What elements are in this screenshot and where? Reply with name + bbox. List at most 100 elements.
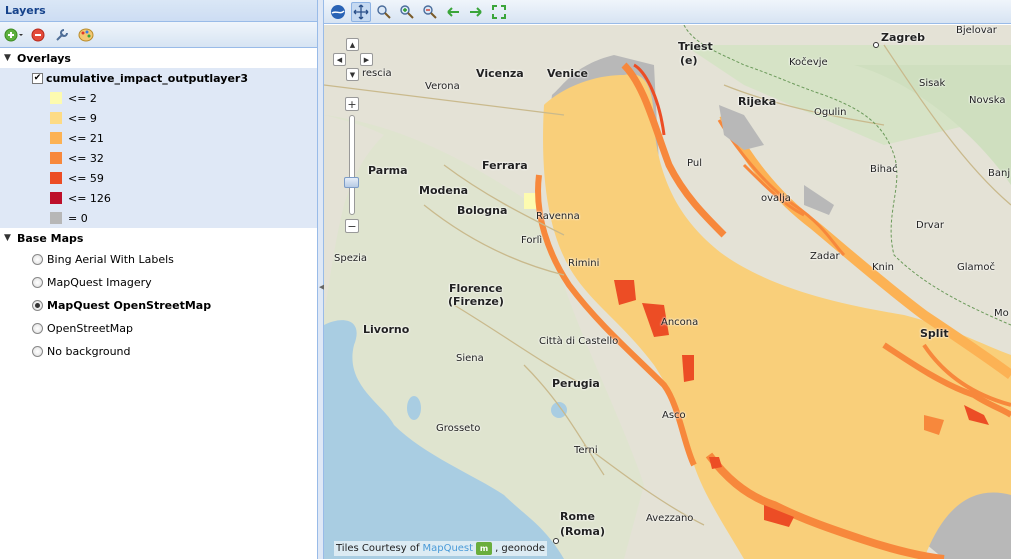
legend-swatch bbox=[50, 192, 62, 204]
basemap-radio[interactable] bbox=[32, 277, 43, 288]
collapse-icon[interactable]: ▼ bbox=[4, 53, 14, 63]
legend-label: <= 21 bbox=[68, 131, 104, 145]
city-label: Ferrara bbox=[482, 159, 528, 172]
layers-toolbar bbox=[0, 22, 317, 48]
triangle-down-icon: ▼ bbox=[349, 70, 356, 79]
zoom-box-button[interactable] bbox=[374, 2, 394, 22]
zoom-in-control[interactable]: + bbox=[345, 97, 359, 111]
zoom-in-button[interactable] bbox=[397, 2, 417, 22]
legend-swatch bbox=[50, 212, 62, 224]
zoom-extent-button[interactable] bbox=[489, 2, 509, 22]
city-label: Asco bbox=[662, 410, 686, 421]
zoom-in-icon bbox=[400, 4, 414, 19]
city-label: Parma bbox=[368, 164, 408, 177]
full-extent-icon bbox=[492, 4, 506, 19]
basemap-label: No background bbox=[47, 345, 131, 358]
city-label: (Firenze) bbox=[448, 295, 504, 308]
zoom-slider-track[interactable] bbox=[349, 115, 355, 215]
forward-button[interactable] bbox=[466, 2, 486, 22]
city-label: Siena bbox=[456, 353, 484, 364]
basemaps-group[interactable]: ▼ Base Maps bbox=[0, 228, 317, 248]
city-label: Rome bbox=[560, 510, 595, 523]
legend: <= 2 <= 9 <= 21 <= 32 <= 59 <= 126 = 0 bbox=[0, 88, 317, 228]
add-icon bbox=[4, 28, 23, 41]
city-label: Knin bbox=[872, 262, 895, 273]
basemap-radio[interactable] bbox=[32, 323, 43, 334]
panel-title: Layers bbox=[0, 0, 317, 22]
legend-label: <= 59 bbox=[68, 171, 104, 185]
layer-styles-button[interactable] bbox=[76, 25, 96, 45]
legend-label: <= 32 bbox=[68, 151, 104, 165]
city-label: Florence bbox=[449, 282, 503, 295]
city-label: Avezzano bbox=[646, 513, 694, 524]
basemaps-label: Base Maps bbox=[17, 231, 84, 245]
legend-swatch bbox=[50, 152, 62, 164]
city-label: Rimini bbox=[568, 258, 600, 269]
collapse-icon[interactable]: ▼ bbox=[4, 233, 14, 243]
back-button[interactable] bbox=[443, 2, 463, 22]
legend-row: = 0 bbox=[0, 208, 317, 228]
palette-icon bbox=[78, 28, 94, 41]
basemap-option[interactable]: No background bbox=[0, 340, 317, 363]
city-label: Rijeka bbox=[738, 95, 777, 108]
pan-left-button[interactable]: ◀ bbox=[333, 53, 346, 66]
city-label: Modena bbox=[419, 184, 469, 197]
city-label: Verona bbox=[425, 81, 460, 92]
remove-icon bbox=[31, 28, 45, 41]
zoom-out-control[interactable]: − bbox=[345, 219, 359, 233]
layer-visibility-checkbox[interactable]: ✔ bbox=[32, 72, 43, 84]
legend-row: <= 126 bbox=[0, 188, 317, 208]
city-label: Triest bbox=[678, 40, 713, 53]
magnifier-icon bbox=[377, 4, 391, 19]
pan-button[interactable] bbox=[351, 1, 371, 22]
city-label: Sisak bbox=[919, 78, 946, 89]
city-label: ovalja bbox=[761, 193, 791, 204]
city-label: Perugia bbox=[552, 377, 600, 390]
layer-name: cumulative_impact_outputlayer3 bbox=[46, 71, 248, 85]
triangle-right-icon: ▶ bbox=[363, 55, 370, 64]
remove-layer-button[interactable] bbox=[28, 25, 48, 45]
map-viewport[interactable]: ▲ ◀ ▶ ▼ + − Triest (e) Zagreb Bjelovar V… bbox=[324, 25, 1011, 559]
city-label: Forlì bbox=[521, 235, 543, 246]
overlays-group[interactable]: ▼ Overlays bbox=[0, 48, 317, 68]
pan-right-button[interactable]: ▶ bbox=[360, 53, 373, 66]
basemap-radio[interactable] bbox=[32, 346, 43, 357]
city-label: Vicenza bbox=[476, 67, 524, 80]
city-label: Spezia bbox=[334, 253, 368, 264]
layer-item-cumulative-impact[interactable]: ✔ cumulative_impact_outputlayer3 bbox=[0, 68, 317, 88]
city-label: rescia bbox=[362, 68, 392, 79]
pan-up-button[interactable]: ▲ bbox=[346, 38, 359, 51]
legend-swatch bbox=[50, 92, 62, 104]
basemap-option[interactable]: Bing Aerial With Labels bbox=[0, 248, 317, 271]
city-label: Bjelovar bbox=[956, 25, 997, 36]
basemap-radio[interactable] bbox=[32, 254, 43, 265]
legend-swatch bbox=[50, 112, 62, 124]
basemap-option[interactable]: OpenStreetMap bbox=[0, 317, 317, 340]
pan-down-button[interactable]: ▼ bbox=[346, 68, 359, 81]
basemap-label: MapQuest Imagery bbox=[47, 276, 152, 289]
add-layer-button[interactable] bbox=[4, 25, 24, 45]
legend-row: <= 32 bbox=[0, 148, 317, 168]
triangle-left-icon: ◀ bbox=[336, 55, 343, 64]
zoom-out-button[interactable] bbox=[420, 2, 440, 22]
basemap-option[interactable]: MapQuest OpenStreetMap bbox=[0, 294, 317, 317]
city-label: Mo bbox=[994, 308, 1009, 319]
mapquest-link[interactable]: MapQuest bbox=[422, 543, 473, 554]
city-label: Novska bbox=[969, 95, 1006, 106]
legend-row: <= 21 bbox=[0, 128, 317, 148]
city-label: Split bbox=[920, 327, 949, 340]
layer-tree: ▼ Overlays ✔ cumulative_impact_outputlay… bbox=[0, 48, 317, 363]
legend-label: <= 9 bbox=[68, 111, 97, 125]
basemap-radio[interactable] bbox=[32, 300, 43, 311]
city-label: Ravenna bbox=[536, 211, 580, 222]
globe-button[interactable] bbox=[328, 2, 348, 22]
basemap-option[interactable]: MapQuest Imagery bbox=[0, 271, 317, 294]
legend-row: <= 2 bbox=[0, 88, 317, 108]
basemap-list: Bing Aerial With Labels MapQuest Imagery M… bbox=[0, 248, 317, 363]
legend-swatch bbox=[50, 172, 62, 184]
zoom-slider-thumb[interactable] bbox=[344, 177, 359, 188]
globe-icon bbox=[331, 4, 345, 19]
city-label: Ogulin bbox=[814, 107, 847, 118]
city-label: Livorno bbox=[363, 323, 410, 336]
layer-properties-button[interactable] bbox=[52, 25, 72, 45]
